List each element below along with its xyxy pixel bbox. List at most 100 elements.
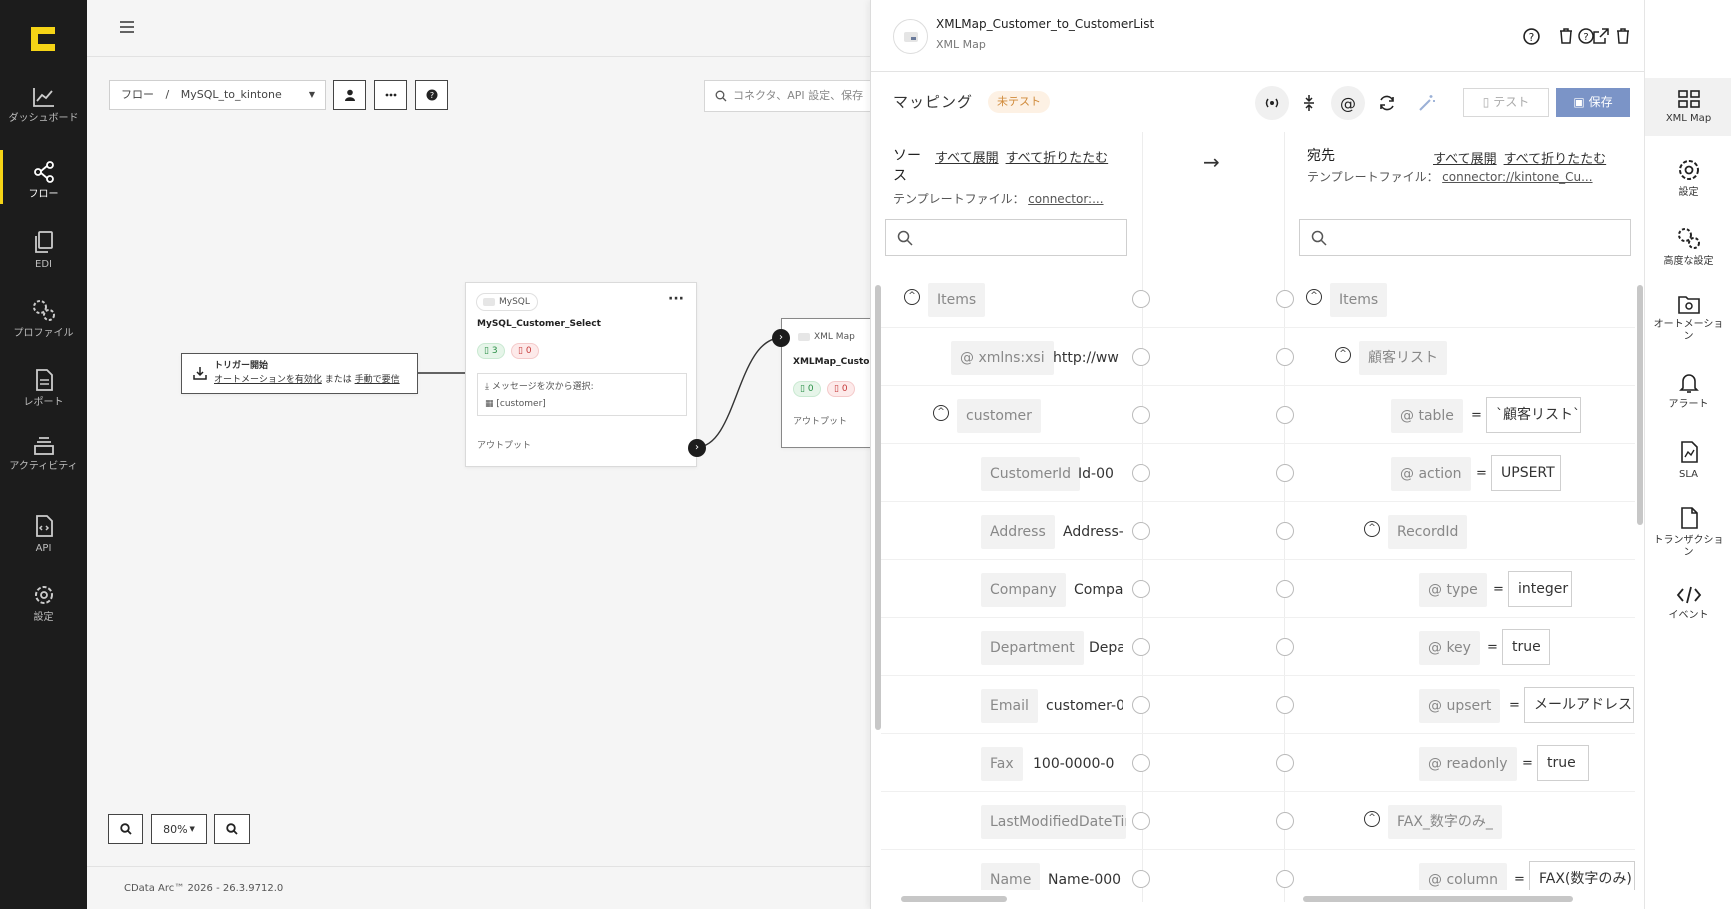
dest-connect-handle[interactable] xyxy=(1276,348,1294,366)
mysql-node[interactable]: MySQL ··· MySQL_Customer_Select ▯ 3 ▯ 0 … xyxy=(465,282,706,467)
source-connect-handle[interactable] xyxy=(1132,638,1150,656)
dest-attr-value[interactable]: true xyxy=(1502,629,1550,665)
dest-connect-handle[interactable] xyxy=(1276,406,1294,424)
source-collapse-all-link[interactable]: すべて折りたたむ xyxy=(1006,151,1109,166)
nav-api[interactable]: API xyxy=(0,514,87,555)
collapse-toggle-icon[interactable]: ^ xyxy=(1364,811,1380,827)
dest-attribute[interactable]: @ readonly xyxy=(1419,747,1517,781)
source-horizontal-scrollbar[interactable] xyxy=(901,896,1007,902)
dest-connect-handle[interactable] xyxy=(1276,754,1294,772)
source-connect-handle[interactable] xyxy=(1132,464,1150,482)
delete-button[interactable] xyxy=(1613,26,1633,46)
source-node[interactable]: customer xyxy=(957,399,1041,433)
rail-automation[interactable]: オートメーション xyxy=(1645,294,1731,343)
dest-attribute[interactable]: @ action xyxy=(1391,457,1471,491)
source-node[interactable]: Name xyxy=(981,863,1041,890)
source-connect-handle[interactable] xyxy=(1132,522,1150,540)
save-button[interactable]: ▣ 保存 xyxy=(1556,88,1630,117)
live-button[interactable] xyxy=(1255,86,1289,120)
dest-connect-handle[interactable] xyxy=(1276,464,1294,482)
dest-node[interactable]: RecordId xyxy=(1388,515,1468,549)
error-count-badge[interactable]: ▯ 0 xyxy=(511,343,539,359)
rail-alert[interactable]: アラート xyxy=(1645,372,1731,411)
nav-report[interactable]: レポート xyxy=(0,368,87,409)
node-menu-icon[interactable]: ··· xyxy=(668,291,684,307)
source-connect-handle[interactable] xyxy=(1132,696,1150,714)
collapse-toggle-icon[interactable]: ^ xyxy=(904,289,920,305)
output-port-icon[interactable]: › xyxy=(688,439,706,457)
collapse-toggle-icon[interactable]: ^ xyxy=(1306,289,1322,305)
dest-connect-handle[interactable] xyxy=(1276,522,1294,540)
nav-edi[interactable]: EDI xyxy=(0,230,87,271)
source-node[interactable]: Address xyxy=(981,515,1055,549)
source-connect-handle[interactable] xyxy=(1132,406,1150,424)
dest-attribute[interactable]: @ column xyxy=(1419,863,1507,890)
dest-connect-handle[interactable] xyxy=(1276,580,1294,598)
xmlmap-node[interactable]: XML Map XMLMap_Custom ▯ 0 ▯ 0 アウトプット › xyxy=(772,318,870,448)
rail-transaction[interactable]: トランザクション xyxy=(1645,506,1731,559)
zoom-level-select[interactable]: 80% ▼ xyxy=(151,814,207,844)
success-count-badge[interactable]: ▯ 0 xyxy=(793,381,821,397)
collapse-toggle-icon[interactable]: ^ xyxy=(1364,521,1380,537)
source-template-file[interactable]: connector:... xyxy=(1028,192,1103,206)
dest-attribute[interactable]: @ key xyxy=(1419,631,1480,665)
source-node[interactable]: Email xyxy=(981,689,1038,723)
popout-button[interactable] xyxy=(1591,26,1611,46)
dest-connect-handle[interactable] xyxy=(1276,638,1294,656)
refresh-button[interactable] xyxy=(1370,86,1404,120)
rail-xml-map[interactable]: XML Map xyxy=(1645,78,1731,136)
trash-button[interactable] xyxy=(1556,26,1576,46)
dest-filter-input[interactable] xyxy=(1299,219,1631,256)
nav-profile[interactable]: プロファイル xyxy=(0,297,87,340)
dest-attribute[interactable]: @ upsert xyxy=(1419,689,1501,723)
source-node[interactable]: Fax xyxy=(981,747,1023,781)
auto-map-button[interactable] xyxy=(1410,86,1444,120)
nav-dashboard[interactable]: ダッシュボード xyxy=(0,86,87,125)
dest-expand-all-link[interactable]: すべて展開 xyxy=(1433,152,1497,167)
dest-collapse-all-link[interactable]: すべて折りたたむ xyxy=(1504,152,1607,167)
help-button-2[interactable]: ? xyxy=(1521,26,1541,46)
dest-connect-handle[interactable] xyxy=(1276,812,1294,830)
manual-receive-link[interactable]: 手動で要信 xyxy=(355,375,400,385)
dest-attr-value[interactable]: integer xyxy=(1508,571,1572,607)
dest-connect-handle[interactable] xyxy=(1276,290,1294,308)
dest-connect-handle[interactable] xyxy=(1276,696,1294,714)
source-node[interactable]: Items xyxy=(928,283,986,317)
source-connect-handle[interactable] xyxy=(1132,580,1150,598)
dest-node[interactable]: FAX_数字のみ_ xyxy=(1388,805,1502,839)
source-node[interactable]: Department xyxy=(981,631,1084,665)
dest-node[interactable]: Items xyxy=(1330,283,1388,317)
test-button[interactable]: ▯ テスト xyxy=(1463,88,1549,117)
source-connect-handle[interactable] xyxy=(1132,348,1150,366)
nav-flow[interactable]: フロー xyxy=(0,150,87,204)
dest-node[interactable]: 顧客リスト xyxy=(1359,341,1447,375)
rail-settings[interactable]: 設定 xyxy=(1645,158,1731,199)
collapse-toggle-icon[interactable]: ^ xyxy=(933,405,949,421)
attribute-toggle-button[interactable]: @ xyxy=(1331,86,1365,120)
collapse-button[interactable] xyxy=(1292,86,1326,120)
source-connect-handle[interactable] xyxy=(1132,754,1150,772)
dest-vertical-scrollbar[interactable] xyxy=(1637,285,1643,525)
source-connect-handle[interactable] xyxy=(1132,290,1150,308)
collapse-toggle-icon[interactable]: ^ xyxy=(1335,347,1351,363)
zoom-in-button[interactable] xyxy=(108,814,143,844)
rail-advanced-settings[interactable]: 高度な設定 xyxy=(1645,225,1731,268)
trigger-node[interactable]: トリガー開始 オートメーションを有効化 または 手動で要信 xyxy=(181,353,418,394)
error-count-badge[interactable]: ▯ 0 xyxy=(827,381,855,397)
nav-settings[interactable]: 設定 xyxy=(0,583,87,624)
enable-automation-link[interactable]: オートメーションを有効化 xyxy=(214,375,322,385)
rail-event[interactable]: イベント xyxy=(1645,585,1731,622)
nav-activity[interactable]: アクティビティ xyxy=(0,434,87,473)
source-node[interactable]: CustomerId xyxy=(981,457,1081,491)
source-attribute[interactable]: @ xmlns:xsi xyxy=(951,341,1054,375)
source-node[interactable]: LastModifiedDateTim xyxy=(981,805,1126,839)
dest-attribute[interactable]: @ type xyxy=(1419,573,1487,607)
input-port-icon[interactable]: › xyxy=(772,329,790,347)
dest-attr-value[interactable]: UPSERT xyxy=(1491,455,1561,491)
dest-attribute[interactable]: @ table xyxy=(1391,399,1463,433)
source-node[interactable]: Company xyxy=(981,573,1066,607)
zoom-out-button[interactable] xyxy=(214,814,250,844)
dest-horizontal-scrollbar[interactable] xyxy=(1303,896,1573,902)
rail-sla[interactable]: SLA xyxy=(1645,440,1731,481)
dest-connect-handle[interactable] xyxy=(1276,870,1294,888)
